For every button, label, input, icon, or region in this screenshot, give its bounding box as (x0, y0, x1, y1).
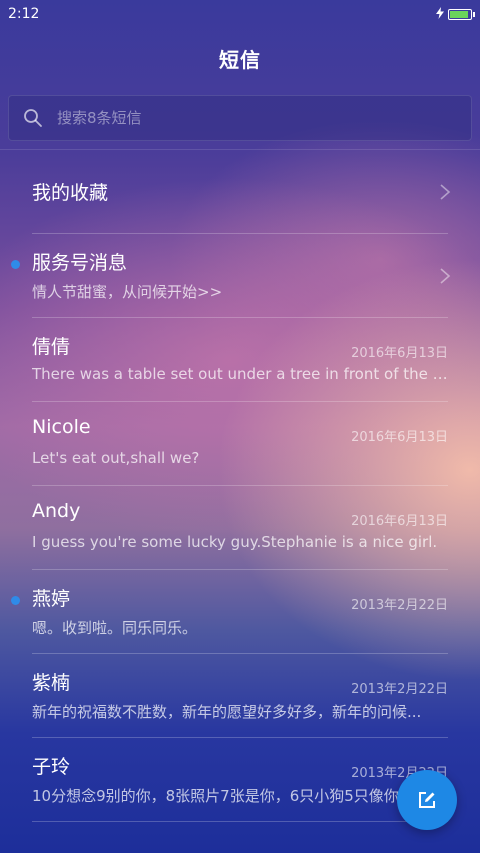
favorites-row[interactable]: 我的收藏 (0, 150, 480, 234)
divider (32, 821, 448, 822)
search-input[interactable] (55, 108, 471, 128)
message-preview: I guess you're some lucky guy.Stephanie … (32, 533, 438, 551)
message-date: 2013年2月22日 (351, 682, 448, 697)
conversation-row[interactable]: 燕婷 2013年2月22日 嗯。收到啦。同乐同乐。 (0, 570, 480, 654)
chevron-right-icon (440, 268, 451, 284)
bolt-icon (436, 6, 444, 22)
page-title: 短信 (219, 48, 261, 72)
search-bar[interactable] (8, 95, 472, 141)
status-time: 2:12 (8, 6, 40, 22)
unread-dot (11, 596, 20, 605)
conversation-row[interactable]: Andy 2016年6月13日 I guess you're some luck… (0, 486, 480, 570)
contact-name: 子玲 (32, 756, 71, 778)
contact-name: 服务号消息 (32, 252, 128, 274)
message-date: 2016年6月13日 (351, 430, 448, 445)
search-icon (24, 109, 42, 127)
chevron-right-icon (440, 184, 451, 200)
conversation-row[interactable]: 倩倩 2016年6月13日 There was a table set out … (0, 318, 480, 402)
message-date: 2016年6月13日 (351, 346, 448, 361)
message-date: 2013年2月22日 (351, 598, 448, 613)
message-preview: 嗯。收到啦。同乐同乐。 (32, 619, 198, 637)
compose-button[interactable] (397, 770, 457, 830)
message-preview: Let's eat out,shall we? (32, 449, 200, 467)
message-date: 2016年6月13日 (351, 514, 448, 529)
message-preview: 情人节甜蜜，从问候开始>> (32, 283, 223, 301)
battery-tip (473, 11, 475, 17)
status-bar: 2:12 (0, 0, 480, 28)
conversation-row[interactable]: 紫楠 2013年2月22日 新年的祝福数不胜数，新年的愿望好多好多，新年的问候.… (0, 654, 480, 738)
contact-name: 倩倩 (32, 336, 71, 358)
conversation-list: 我的收藏 服务号消息 情人节甜蜜，从问候开始>> 倩倩 2016年6月13日 T… (0, 150, 480, 822)
conversation-row-service[interactable]: 服务号消息 情人节甜蜜，从问候开始>> (0, 234, 480, 318)
messages-screen: 2:12 短信 我的收藏 服务号消息 (0, 0, 480, 853)
unread-dot (11, 260, 20, 269)
conversation-row[interactable]: Nicole 2016年6月13日 Let's eat out,shall we… (0, 402, 480, 486)
contact-name: Nicole (32, 416, 91, 438)
battery-level (450, 10, 469, 18)
contact-name: 紫楠 (32, 672, 71, 694)
battery-icon (448, 8, 475, 20)
contact-name: Andy (32, 500, 81, 522)
compose-icon (419, 792, 435, 808)
contact-name: 燕婷 (32, 588, 71, 610)
message-preview: 新年的祝福数不胜数，新年的愿望好多好多，新年的问候... (32, 703, 422, 721)
message-preview: There was a table set out under a tree i… (32, 365, 448, 383)
favorites-label: 我的收藏 (32, 182, 109, 204)
message-preview: 10分想念9别的你，8张照片7张是你，6只小狗5只像你 (32, 787, 399, 805)
status-icons (436, 6, 475, 22)
